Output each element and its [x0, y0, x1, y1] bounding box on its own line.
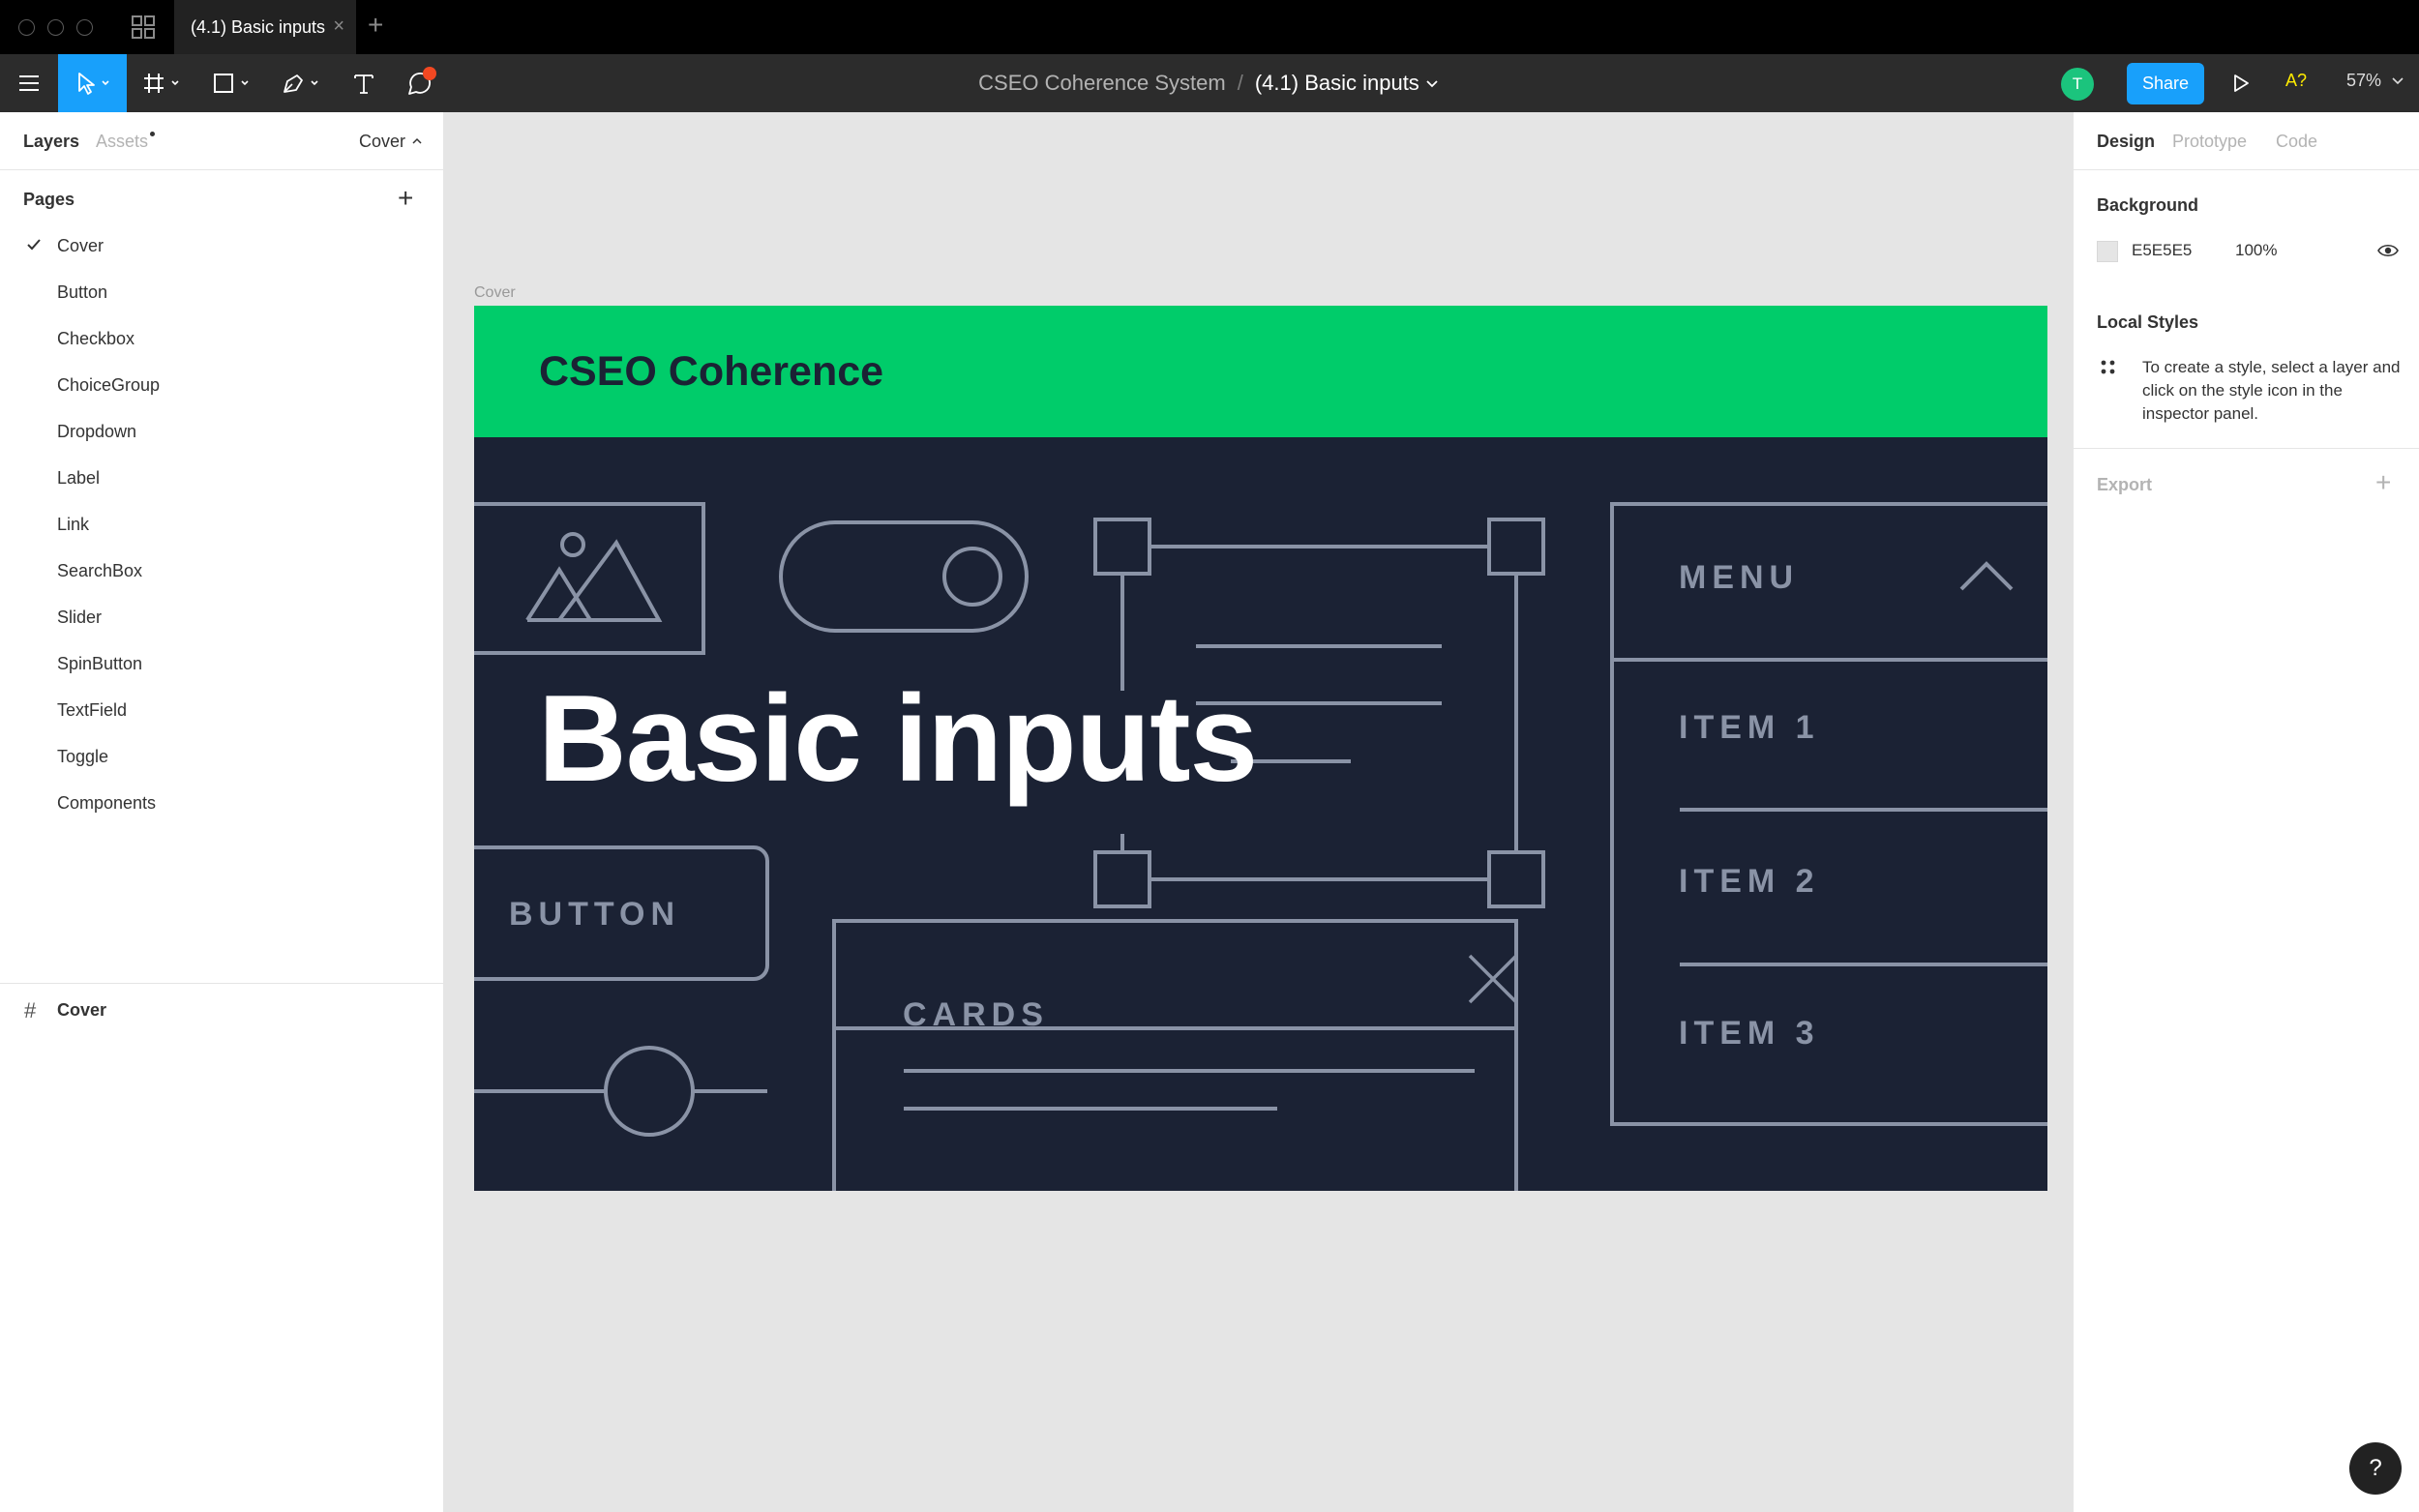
tab-design[interactable]: Design	[2097, 132, 2155, 152]
add-page-button[interactable]: +	[398, 185, 413, 212]
left-panel-tabs: Layers Assets Cover	[0, 112, 443, 170]
page-item-label[interactable]: Label	[0, 457, 443, 499]
document-tab[interactable]: (4.1) Basic inputs ×	[174, 0, 356, 54]
local-styles-heading: Local Styles	[2097, 312, 2199, 332]
wireframe-illustration	[474, 502, 2047, 1191]
page-item-choicegroup[interactable]: ChoiceGroup	[0, 364, 443, 406]
new-tab-button[interactable]: +	[368, 12, 383, 39]
page-selector[interactable]: Cover	[359, 132, 424, 152]
background-hex-input[interactable]: E5E5E5	[2132, 241, 2192, 260]
menu-item-1-label: ITEM 1	[1679, 709, 1820, 746]
text-icon	[354, 74, 373, 94]
close-window-button[interactable]	[18, 19, 35, 36]
page-item-components[interactable]: Components	[0, 782, 443, 824]
tab-layers[interactable]: Layers	[23, 132, 79, 152]
properties-panel: Design Prototype Code Background E5E5E5 …	[2073, 112, 2419, 1512]
local-styles-hint: To create a style, select a layer and cl…	[2142, 358, 2401, 423]
menu-item-3-label: ITEM 3	[1679, 1015, 1820, 1052]
export-heading: Export	[2097, 475, 2153, 494]
eye-icon[interactable]	[2376, 241, 2400, 260]
cover-frame[interactable]: CSEO Coherence MENU ITEM 1 ITEM 2 ITEM 3…	[474, 306, 2047, 1191]
page-item-checkbox[interactable]: Checkbox	[0, 317, 443, 360]
notification-dot	[150, 132, 156, 136]
menu-wire	[1610, 502, 2047, 1126]
play-icon[interactable]	[2230, 72, 2252, 95]
page-item-spinbutton[interactable]: SpinButton	[0, 642, 443, 685]
cover-title: Basic inputs	[538, 669, 1258, 807]
page-selector-label: Cover	[359, 132, 406, 151]
frame-tool-button[interactable]	[137, 54, 192, 112]
panel-divider	[0, 983, 443, 984]
layer-row-cover[interactable]: # Cover	[0, 989, 443, 1031]
tab-code[interactable]: Code	[2276, 132, 2317, 152]
styles-icon	[2101, 360, 2115, 374]
zoom-level: 57%	[2346, 71, 2382, 90]
text-tool-button[interactable]	[344, 54, 383, 112]
toggle-wire	[779, 520, 1029, 633]
right-panel-tabs: Design Prototype Code	[2074, 112, 2419, 170]
pages-heading: Pages	[23, 190, 75, 209]
chevron-down-icon	[2392, 77, 2404, 85]
section-divider	[2074, 448, 2419, 449]
cards-wire-label: CARDS	[903, 996, 1049, 1033]
page-item-button[interactable]: Button	[0, 271, 443, 313]
main-menu-button[interactable]	[0, 54, 58, 112]
page-item-toggle[interactable]: Toggle	[0, 735, 443, 778]
chevron-up-icon	[412, 137, 422, 144]
frame-icon	[144, 74, 179, 93]
comment-tool-button[interactable]	[397, 54, 445, 112]
zoom-control[interactable]: 57%	[2346, 71, 2405, 91]
tab-prototype[interactable]: Prototype	[2172, 132, 2247, 152]
close-tab-icon[interactable]: ×	[333, 16, 344, 36]
background-heading: Background	[2097, 195, 2199, 215]
project-name[interactable]: CSEO Coherence System	[978, 71, 1226, 96]
rectangle-icon	[214, 74, 249, 93]
brand-title: CSEO Coherence	[539, 348, 884, 395]
tab-assets-label: Assets	[96, 132, 149, 151]
page-item-searchbox[interactable]: SearchBox	[0, 549, 443, 592]
checkmark-icon	[27, 239, 41, 251]
shape-tool-button[interactable]	[207, 54, 261, 112]
help-button[interactable]: ?	[2349, 1442, 2402, 1495]
background-color-swatch[interactable]	[2097, 241, 2118, 262]
menu-item-2-label: ITEM 2	[1679, 863, 1820, 900]
file-name[interactable]: (4.1) Basic inputs	[1255, 71, 1419, 96]
frame-label[interactable]: Cover	[474, 284, 516, 302]
cover-header: CSEO Coherence	[474, 306, 2047, 437]
page-item-slider[interactable]: Slider	[0, 596, 443, 638]
menu-label: MENU	[1679, 559, 1800, 596]
breadcrumb-separator: /	[1237, 71, 1243, 95]
grid-icon[interactable]	[131, 15, 156, 40]
document-tab-title: (4.1) Basic inputs	[191, 16, 326, 37]
add-export-button[interactable]: +	[2375, 469, 2391, 496]
page-item-link[interactable]: Link	[0, 503, 443, 546]
page-item-label: Cover	[57, 235, 105, 255]
layers-panel: Layers Assets Cover Pages + Cover Button…	[0, 112, 444, 1512]
tab-assets[interactable]: Assets	[96, 132, 156, 152]
button-wire-label: BUTTON	[509, 896, 681, 933]
share-button[interactable]: Share	[2127, 63, 2204, 104]
accessibility-button[interactable]: A?	[2285, 71, 2307, 91]
frame-icon: #	[24, 998, 37, 1023]
hamburger-icon	[19, 75, 39, 91]
cards-wire	[832, 919, 1518, 1191]
maximize-window-button[interactable]	[76, 19, 93, 36]
layer-name: Cover	[57, 999, 107, 1020]
page-item-textfield[interactable]: TextField	[0, 689, 443, 731]
comment-icon	[408, 67, 436, 95]
title-bar: (4.1) Basic inputs × +	[0, 0, 2419, 54]
cursor-icon	[77, 73, 109, 95]
background-opacity-input[interactable]: 100%	[2235, 241, 2277, 260]
page-item-cover[interactable]: Cover	[0, 224, 443, 267]
minimize-window-button[interactable]	[47, 19, 64, 36]
move-tool-button[interactable]	[58, 54, 127, 112]
pen-tool-button[interactable]	[277, 54, 331, 112]
avatar[interactable]: T	[2061, 68, 2094, 101]
page-item-dropdown[interactable]: Dropdown	[0, 410, 443, 453]
pen-icon	[284, 74, 318, 93]
